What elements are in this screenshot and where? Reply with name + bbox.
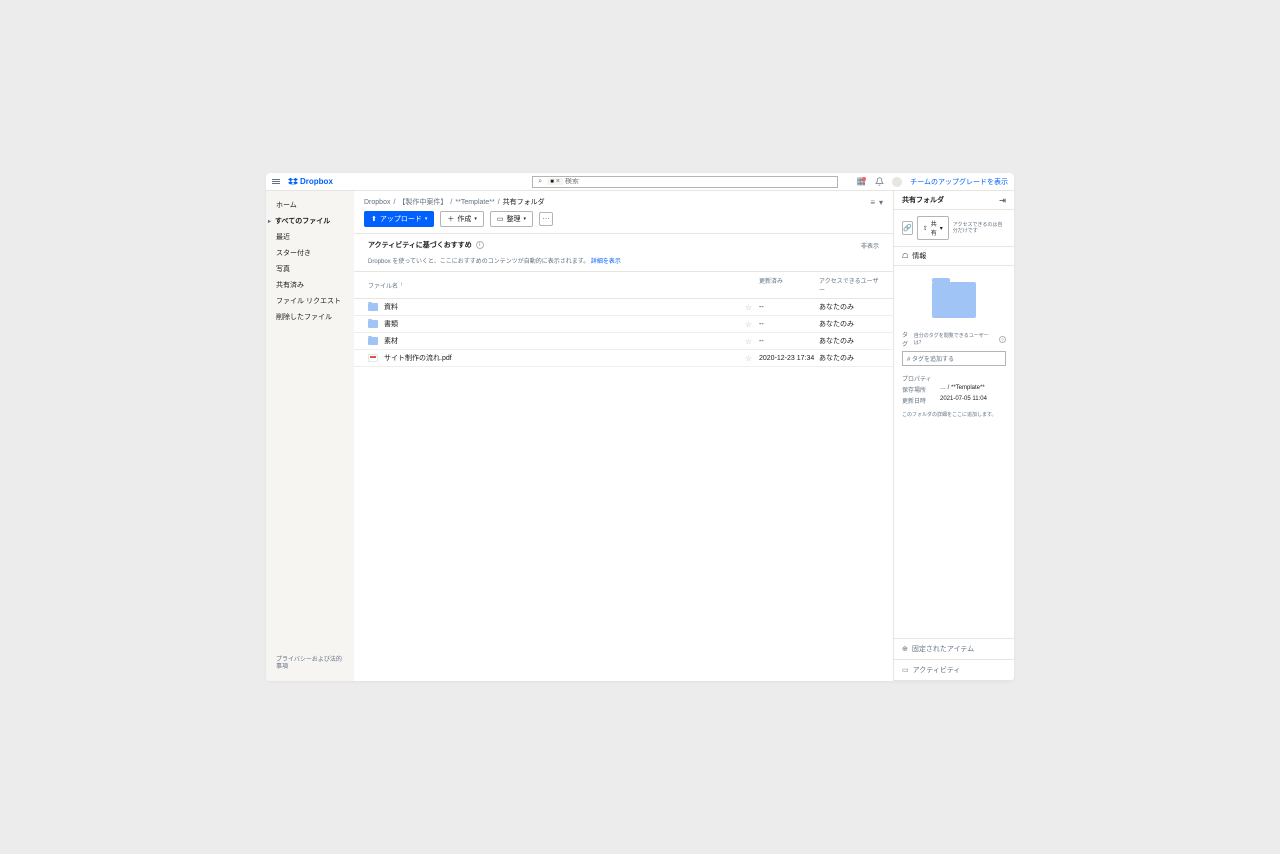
search-icon: ⌕ — [533, 178, 547, 186]
sidebar-item-photos[interactable]: 写真 — [266, 261, 354, 277]
sidebar-item-shared[interactable]: 共有済み — [266, 277, 354, 293]
star-icon[interactable]: ☆ — [745, 320, 752, 329]
table-row[interactable]: 書類 ☆ --あなたのみ — [354, 316, 893, 333]
menu-icon[interactable] — [272, 177, 282, 187]
file-name: サイト制作の流れ.pdf — [384, 353, 452, 363]
sidebar-item-recent[interactable]: 最近 — [266, 229, 354, 245]
panel-info-label: 情報 — [912, 251, 926, 261]
pdf-icon — [368, 354, 378, 362]
grid-apps-icon[interactable]: ▦ — [856, 177, 866, 187]
col-header-name[interactable]: ファイル名 ↑ — [368, 276, 745, 294]
chevron-down-icon: ▾ — [940, 225, 943, 232]
tags-label: タグ — [902, 330, 914, 348]
create-button[interactable]: ＋ 作成 ▾ — [440, 211, 484, 227]
panel-title: 共有フォルダ — [902, 195, 944, 205]
file-name: 資料 — [384, 302, 398, 312]
chevron-down-icon: ▾ — [524, 216, 527, 222]
modified-cell: -- — [759, 338, 819, 345]
tags-hint: 自分のタグを閲覧できるユーザーは？ — [914, 332, 997, 346]
sidebar-item-home[interactable]: ホーム — [266, 197, 354, 213]
star-icon[interactable]: ☆ — [745, 303, 752, 312]
chevron-down-icon: ▾ — [425, 216, 428, 222]
share-note: アクセスできるのは自分だけです — [953, 222, 1006, 234]
table-row[interactable]: 資料 ☆ --あなたのみ — [354, 299, 893, 316]
share-icon: ⇪ — [923, 225, 928, 232]
suggest-details-link[interactable]: 詳細を表示 — [591, 259, 621, 265]
access-cell: あなたのみ — [819, 353, 879, 363]
suggest-text: Dropbox を使っていくと、ここにおすすめのコンテンツが自動的に表示されます… — [368, 256, 879, 265]
hide-suggestions-button[interactable]: 非表示 — [861, 241, 879, 250]
search-box[interactable]: ⌕ ■× — [532, 176, 838, 188]
copy-link-button[interactable]: 🔗 — [902, 221, 913, 235]
avatar[interactable] — [892, 177, 902, 187]
folder-icon — [368, 337, 378, 345]
col-header-access[interactable]: アクセスできるユーザー — [819, 276, 879, 294]
breadcrumb-item[interactable]: 【製作中案件】 — [398, 197, 447, 207]
file-name: 素材 — [384, 336, 398, 346]
sidebar-item-deleted[interactable]: 削除したファイル — [266, 309, 354, 325]
plus-icon: ＋ — [447, 214, 454, 224]
star-icon[interactable]: ☆ — [745, 337, 752, 346]
list-view-icon[interactable]: ≡ — [870, 198, 875, 207]
col-header-modified[interactable]: 更新済み — [759, 276, 819, 294]
upload-icon: ⬆ — [371, 215, 377, 223]
breadcrumb-current: 共有フォルダ — [503, 197, 545, 207]
modified-cell: -- — [759, 321, 819, 328]
sidebar-item-starred[interactable]: スター付き — [266, 245, 354, 261]
suggest-title: アクティビティに基づくおすすめ — [368, 240, 472, 250]
file-name: 書類 — [384, 319, 398, 329]
caret-right-icon: ▸ — [268, 218, 271, 225]
table-row[interactable]: 素材 ☆ --あなたのみ — [354, 333, 893, 350]
info-icon[interactable]: i — [476, 241, 484, 249]
folder-icon — [368, 303, 378, 311]
pin-icon: ⊕ — [902, 645, 908, 653]
folder-preview-icon — [932, 282, 976, 318]
folder-icon: ▭ — [497, 215, 504, 223]
breadcrumb-item[interactable]: Dropbox — [364, 199, 390, 206]
sidebar-item-file-requests[interactable]: ファイル リクエスト — [266, 293, 354, 309]
upload-button[interactable]: ⬆ アップロード ▾ — [364, 211, 434, 227]
modified-cell: 2020-12-23 17:34 — [759, 355, 819, 362]
bell-icon[interactable] — [874, 177, 884, 187]
share-button[interactable]: ⇪ 共有 ▾ — [917, 216, 949, 240]
breadcrumb-item[interactable]: **Template** — [455, 199, 494, 206]
sidebar-footer-legal[interactable]: プライバシーおよび法的事項 — [266, 653, 354, 675]
sidebar-item-all-files[interactable]: ▸すべてのファイル — [266, 213, 354, 229]
access-cell: あなたのみ — [819, 319, 879, 329]
search-filter-tag[interactable]: ■× — [547, 178, 563, 185]
table-row[interactable]: サイト制作の流れ.pdf ☆ 2020-12-23 17:34あなたのみ — [354, 350, 893, 367]
collapse-panel-icon[interactable]: ⇥ — [999, 196, 1006, 205]
upgrade-link[interactable]: チームのアップグレードを表示 — [910, 177, 1008, 187]
activity-icon: ▭ — [902, 666, 909, 674]
activity-section[interactable]: ▭ アクティビティ — [894, 660, 1014, 681]
description-note[interactable]: このフォルダの詳細をここに追加します。 — [902, 411, 1006, 418]
pinned-items-section[interactable]: ⊕ 固定されたアイテム — [894, 639, 1014, 660]
more-actions-button[interactable]: ⋯ — [539, 212, 553, 226]
brand-text: Dropbox — [300, 177, 333, 186]
tag-input[interactable]: # タグを追加する — [902, 351, 1006, 366]
modified-cell: -- — [759, 304, 819, 311]
sort-arrow-icon: ↑ — [400, 282, 403, 288]
search-input[interactable] — [565, 178, 837, 185]
clear-tag-icon[interactable]: × — [556, 178, 560, 185]
breadcrumb: Dropbox / 【製作中案件】 / **Template** / 共有フォル… — [364, 197, 545, 207]
access-cell: あなたのみ — [819, 336, 879, 346]
info-icon: ☖ — [902, 252, 908, 260]
star-icon[interactable]: ☆ — [745, 354, 752, 363]
organize-button[interactable]: ▭ 整理 ▾ — [490, 211, 533, 227]
folder-icon — [368, 320, 378, 328]
sort-icon[interactable]: ▾ — [879, 198, 883, 207]
help-icon[interactable]: ? — [999, 336, 1006, 343]
chevron-down-icon: ▾ — [474, 216, 477, 222]
access-cell: あなたのみ — [819, 302, 879, 312]
brand-logo[interactable]: Dropbox — [288, 177, 333, 187]
sidebar: ホーム ▸すべてのファイル 最近 スター付き 写真 共有済み ファイル リクエス… — [266, 191, 354, 681]
props-label: プロパティ — [902, 374, 932, 383]
